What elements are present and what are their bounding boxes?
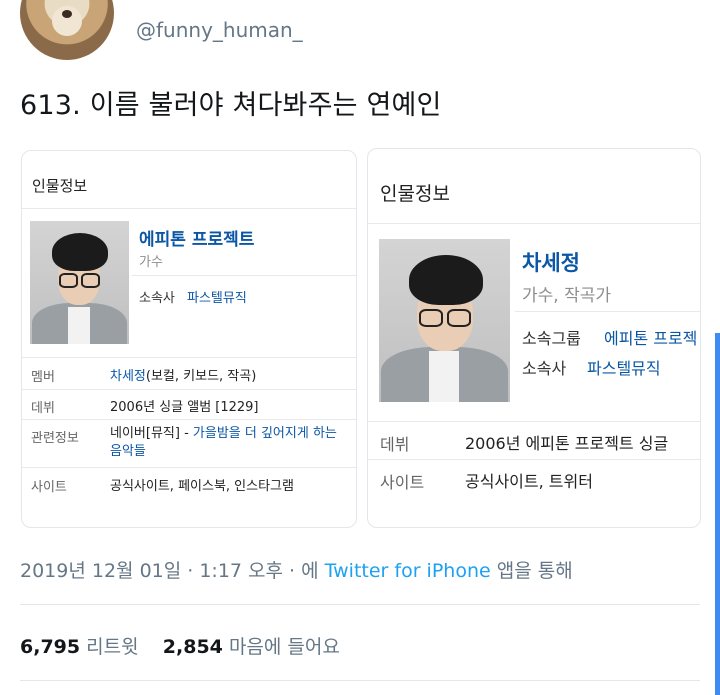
debut-value: 2006년 싱글 앨범 [1229] — [110, 400, 259, 415]
info-row-debut: 데뷔 2006년 싱글 앨범 [1229] — [22, 389, 356, 420]
card-divider — [132, 275, 356, 276]
card-divider — [368, 223, 700, 224]
retweet-count[interactable]: 6,795 — [20, 636, 80, 658]
card-divider — [22, 208, 356, 209]
card-divider — [515, 311, 700, 312]
scrollbar[interactable] — [715, 333, 720, 695]
row-label: 사이트 — [380, 473, 425, 492]
person-role: 가수, 작곡가 — [522, 286, 612, 306]
agency-link[interactable]: 파스텔뮤직 — [587, 355, 661, 379]
agency-label: 소속사 — [139, 291, 175, 306]
info-row-related: 관련정보 네이버[뮤직] - 가을밤을 더 깊어지게 하는 음악들 — [22, 419, 356, 468]
site-links[interactable]: 공식사이트, 페이스북, 인스타그램 — [110, 475, 294, 494]
like-count[interactable]: 2,854 — [163, 636, 223, 658]
group-link[interactable]: 에피톤 프로젝 — [604, 325, 697, 349]
info-row-members: 멤버 차세정(보컬, 키보드, 작곡) — [22, 357, 356, 390]
tweet-datetime[interactable]: 2019년 12월 01일 · 1:17 오후 · 에 — [20, 560, 319, 582]
person-name-link[interactable]: 에피톤 프로젝트 — [139, 225, 254, 250]
person-name-link[interactable]: 차세정 — [522, 247, 580, 277]
site-links[interactable]: 공식사이트, 트위터 — [465, 468, 593, 492]
row-label: 데뷔 — [31, 401, 55, 416]
info-row-site: 사이트 공식사이트, 트위터 — [368, 459, 700, 500]
card-header: 인물정보 — [380, 183, 450, 205]
tweet-source-suffix: 앱을 통해 — [496, 560, 573, 582]
row-label: 데뷔 — [380, 435, 410, 454]
agency-link[interactable]: 파스텔뮤직 — [187, 287, 247, 306]
group-label: 소속그룹 — [522, 329, 581, 348]
debut-value: 2006년 에피톤 프로젝트 싱글 — [465, 434, 669, 453]
profile-photo[interactable] — [30, 221, 129, 344]
info-row-debut: 데뷔 2006년 에피톤 프로젝트 싱글 — [368, 421, 700, 460]
row-label: 사이트 — [31, 480, 67, 495]
member-link[interactable]: 차세정 — [110, 369, 146, 384]
member-detail: (보컬, 키보드, 작곡) — [145, 369, 257, 384]
profile-avatar[interactable] — [20, 0, 114, 60]
agency-label: 소속사 — [522, 359, 567, 378]
divider — [20, 680, 700, 681]
tweet-meta: 2019년 12월 01일 · 1:17 오후 · 에 Twitter for … — [20, 556, 573, 583]
row-label: 관련정보 — [31, 431, 79, 446]
tweet-text: 613. 이름 불러야 쳐다봐주는 연예인 — [20, 90, 442, 121]
profile-photo[interactable] — [379, 239, 510, 402]
tweet-source-link[interactable]: Twitter for iPhone — [325, 560, 491, 582]
retweet-label[interactable]: 리트윗 — [86, 636, 138, 658]
row-label: 멤버 — [31, 370, 55, 385]
info-row-site: 사이트 공식사이트, 페이스북, 인스타그램 — [22, 467, 356, 504]
card-header: 인물정보 — [32, 177, 88, 195]
user-handle[interactable]: @funny_human_ — [136, 18, 303, 42]
like-label[interactable]: 마음에 들어요 — [229, 636, 340, 658]
tweet-stats: 6,795 리트윗 2,854 마음에 들어요 — [20, 632, 340, 659]
person-role: 가수 — [139, 255, 163, 270]
divider — [20, 604, 700, 605]
avatar-nose — [62, 10, 72, 18]
info-card-person: 인물정보 차세정 가수, 작곡가 소속그룹 에피톤 프로젝 소속사 파스텔뮤직 … — [367, 148, 701, 528]
info-card-group: 인물정보 에피톤 프로젝트 가수 소속사 파스텔뮤직 멤버 차세정(보컬, 키보… — [21, 150, 357, 528]
related-prefix: 네이버[뮤직] - — [110, 426, 193, 441]
